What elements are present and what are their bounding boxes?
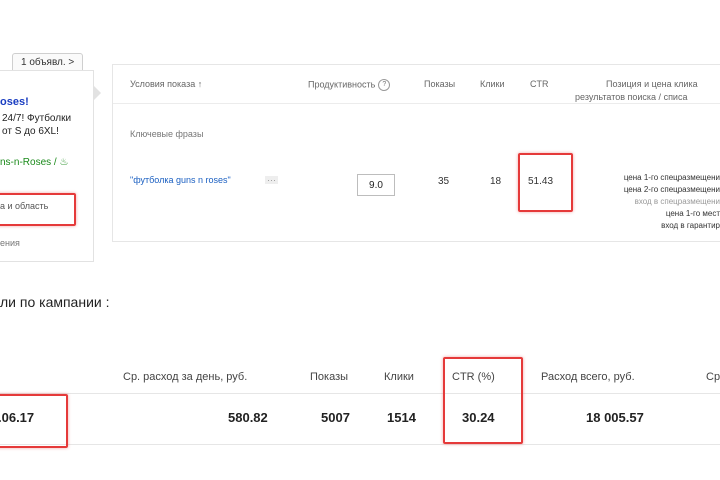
position-line-5: вход в гарантир	[661, 221, 720, 230]
ad-text-line-2: от S до 6XL!	[2, 126, 59, 137]
sum-avg-daily: 580.82	[228, 410, 268, 425]
summary-divider-top	[0, 393, 720, 394]
position-line-4: цена 1-го мест	[665, 209, 720, 218]
highlight-sum-ctr	[443, 357, 523, 444]
highlight-row-ctr	[518, 153, 573, 212]
sum-header-cut[interactable]: Ср	[706, 371, 720, 383]
ad-title[interactable]: oses!	[0, 96, 29, 108]
header-productivity-label: Продуктивность	[308, 79, 376, 90]
header-position-line-2: результатов поиска / списа	[575, 92, 688, 102]
header-productivity[interactable]: Продуктивность?	[308, 79, 391, 91]
position-price-list: цена 1-го спецразмещени цена 2-го спецра…	[582, 172, 720, 232]
header-clicks[interactable]: Клики	[480, 79, 505, 89]
sum-header-avg-daily[interactable]: Ср. расход за день, руб.	[123, 371, 247, 383]
position-line-3: вход в спецразмещени	[634, 197, 720, 206]
row-clicks: 18	[490, 176, 502, 187]
highlight-ad-region	[0, 193, 76, 226]
sum-total-spend: 18 005.57	[586, 410, 644, 425]
position-line-1: цена 1-го спецразмещени	[623, 173, 720, 182]
ad-display-url[interactable]: ns-n-Roses / ♨	[0, 157, 68, 168]
sum-header-total-spend[interactable]: Расход всего, руб.	[541, 371, 635, 383]
header-ctr[interactable]: CTR	[530, 79, 549, 89]
group-label-keywords: Ключевые фразы	[130, 129, 204, 139]
header-position-line-1: Позиция и цена клика	[606, 79, 698, 89]
campaign-summary-title: ли по кампании :	[0, 294, 110, 310]
sum-clicks: 1514	[387, 410, 416, 425]
sum-header-impressions[interactable]: Показы	[310, 371, 348, 383]
ad-more-link[interactable]: ения	[0, 238, 20, 248]
bid-input[interactable]	[357, 174, 395, 196]
sum-impressions: 5007	[321, 410, 350, 425]
summary-divider-bottom	[0, 444, 720, 445]
position-line-2: цена 2-го спецразмещени	[623, 185, 720, 194]
more-dots-icon[interactable]: ···	[265, 176, 278, 185]
ad-text: 24/7! Футболки от S до 6XL!	[2, 112, 88, 138]
ad-text-line-1: 24/7! Футболки	[2, 113, 72, 124]
sum-header-clicks[interactable]: Клики	[384, 371, 414, 383]
header-impressions[interactable]: Показы	[424, 79, 455, 89]
header-conditions[interactable]: Условия показа ↑	[130, 79, 202, 89]
keyword-phrase-link[interactable]: "футболка guns n roses"	[130, 175, 231, 185]
row-impressions: 35	[438, 176, 450, 187]
help-icon[interactable]: ?	[378, 79, 391, 91]
highlight-date	[0, 394, 68, 448]
